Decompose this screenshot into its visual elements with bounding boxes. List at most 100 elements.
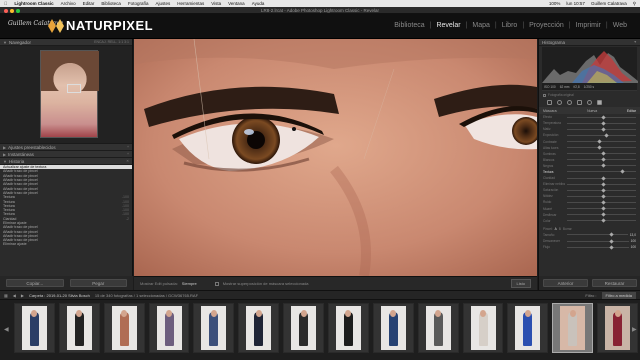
slider-knob[interactable] — [600, 127, 606, 132]
module-revelar[interactable]: Revelar — [433, 22, 463, 29]
slider-knob[interactable] — [600, 121, 606, 126]
module-proyeccion[interactable]: Proyección — [526, 22, 567, 29]
filmstrip-thumbnail[interactable] — [283, 303, 325, 353]
back-arrow-icon[interactable]: ◀ — [13, 293, 16, 298]
slider-knob[interactable] — [600, 188, 606, 193]
slider-knob[interactable] — [608, 232, 614, 238]
histogram[interactable]: ISO 100 62 mm f/2,8 1/250 s — [542, 47, 638, 91]
slider-18[interactable]: Color — [539, 218, 640, 224]
slider-knob[interactable] — [609, 238, 614, 244]
filmstrip-thumbnail[interactable] — [552, 303, 594, 353]
done-button[interactable]: Listo — [510, 279, 531, 288]
slider-knob[interactable] — [600, 212, 606, 217]
filmstrip-left-arrow-icon[interactable]: ◀ — [4, 326, 9, 333]
menu-editar[interactable]: Editar — [83, 1, 95, 6]
brush-erase[interactable]: Borrar — [563, 227, 572, 231]
histogram-header[interactable]: Histograma ▼ — [539, 39, 640, 46]
slider-knob[interactable] — [600, 151, 606, 156]
slider-knob[interactable] — [600, 157, 606, 162]
menu-archivo[interactable]: Archivo — [61, 1, 76, 6]
slider-knob[interactable] — [600, 194, 606, 199]
forward-arrow-icon[interactable]: ▶ — [21, 293, 24, 298]
module-mapa[interactable]: Mapa — [469, 22, 493, 29]
source-folder[interactable]: Carpeta : 2019-01-20 Silvia Bosch — [29, 293, 90, 298]
filmstrip-thumbnail[interactable] — [462, 303, 504, 353]
slider-knob[interactable] — [600, 200, 606, 205]
crop-tool-icon[interactable] — [547, 100, 552, 106]
filter-select[interactable]: Filtro a medida — [601, 291, 636, 299]
filmstrip-thumbnail[interactable] — [103, 303, 145, 353]
mask-edit[interactable]: Editar — [627, 109, 636, 113]
brush-b[interactable]: B — [559, 227, 561, 231]
history-header[interactable]: ▼ Historia ✕ — [0, 158, 132, 165]
slider-knob[interactable] — [600, 206, 606, 211]
mask-new[interactable]: Nueva — [587, 109, 597, 113]
app-menu[interactable]: Lightroom Classic — [14, 1, 53, 6]
filmstrip-thumbnail[interactable] — [193, 303, 235, 353]
slider-knob[interactable] — [600, 182, 606, 187]
slider-knob[interactable] — [600, 115, 606, 120]
user-menu[interactable]: Guillem Calatrava — [591, 1, 627, 6]
adjustment-brush-icon[interactable] — [597, 100, 602, 106]
copy-button[interactable]: Copiar... — [6, 279, 64, 287]
previous-button[interactable]: Anterior — [543, 279, 588, 287]
filmstrip-thumbnail[interactable] — [507, 303, 549, 353]
clear-history-icon[interactable]: ✕ — [126, 159, 129, 163]
menu-ajustes[interactable]: Ajustes — [155, 1, 170, 6]
slider-knob[interactable] — [600, 163, 606, 169]
navigator-preview[interactable] — [0, 46, 132, 144]
zoom-options[interactable]: ENCAJ. RELL. 1:1 3:1 — [94, 40, 129, 44]
menu-ventana[interactable]: Ventana — [228, 1, 245, 6]
zoom-window-button[interactable] — [16, 8, 20, 13]
menu-herramientas[interactable]: Herramientas — [177, 1, 204, 6]
main-photo-view[interactable] — [134, 39, 537, 276]
filmstrip-thumbnail[interactable] — [417, 303, 459, 353]
module-libro[interactable]: Libro — [499, 22, 521, 29]
slider-knob[interactable] — [604, 133, 609, 138]
filmstrip-right-arrow-icon[interactable]: ▶ — [632, 326, 637, 333]
navigator-thumbnail[interactable] — [40, 50, 99, 138]
module-biblioteca[interactable]: Biblioteca — [391, 22, 427, 29]
filmstrip-thumbnail[interactable] — [238, 303, 280, 353]
paste-button[interactable]: Pegar — [69, 279, 127, 287]
slider-knob[interactable] — [620, 169, 625, 175]
search-icon[interactable]: ⚲ — [633, 1, 636, 7]
minimize-window-button[interactable] — [10, 8, 14, 13]
brush-a[interactable]: A — [555, 227, 557, 231]
filmstrip-thumbnail[interactable] — [372, 303, 414, 353]
menu-biblioteca[interactable]: Biblioteca — [101, 1, 121, 6]
navigator-header[interactable]: ▼ Navegador ENCAJ. RELL. 1:1 3:1 — [0, 39, 132, 46]
clock[interactable]: lun 10:57 — [566, 1, 585, 6]
slider-knob[interactable] — [600, 218, 606, 223]
close-window-button[interactable] — [4, 8, 8, 13]
radial-filter-icon[interactable] — [587, 100, 592, 106]
grid-view-icon[interactable]: ▦ — [4, 293, 8, 298]
menu-fotografia[interactable]: Fotografía — [128, 1, 149, 6]
slider-knob[interactable] — [609, 244, 614, 250]
graduated-filter-icon[interactable] — [577, 100, 582, 106]
slider-knob[interactable] — [597, 145, 602, 150]
mask-overlay-checkbox[interactable] — [214, 281, 219, 286]
filmstrip-thumbnail[interactable] — [14, 303, 55, 353]
zoomed-eye-photo[interactable] — [134, 39, 537, 276]
filmstrip-thumbnail[interactable] — [328, 303, 369, 353]
filmstrip-thumbnail[interactable] — [58, 303, 100, 353]
module-imprimir[interactable]: Imprimir — [573, 22, 604, 29]
slider-knob[interactable] — [600, 175, 606, 181]
menu-ayuda[interactable]: Ayuda — [252, 1, 265, 6]
overlay-select[interactable]: Siempre — [182, 281, 197, 286]
battery-indicator[interactable]: 100% — [549, 1, 561, 6]
menu-vista[interactable]: Vista — [211, 1, 221, 6]
add-icon[interactable]: + — [127, 145, 129, 149]
zoom-frame[interactable] — [67, 84, 81, 93]
history-item[interactable]: Eliminar ajuste — [0, 242, 132, 246]
filmstrip-thumbnail[interactable] — [148, 303, 190, 353]
snapshots-header[interactable]: ▶ Instantáneas + — [0, 151, 132, 158]
brush-setting[interactable]: Flujo 100 — [539, 244, 640, 250]
apple-icon[interactable]:  — [4, 1, 7, 6]
spot-removal-icon[interactable] — [557, 100, 562, 106]
red-eye-icon[interactable] — [567, 100, 572, 106]
slider-knob[interactable] — [597, 139, 602, 144]
module-web[interactable]: Web — [610, 22, 630, 29]
reset-button[interactable]: Restaurar — [592, 279, 637, 287]
